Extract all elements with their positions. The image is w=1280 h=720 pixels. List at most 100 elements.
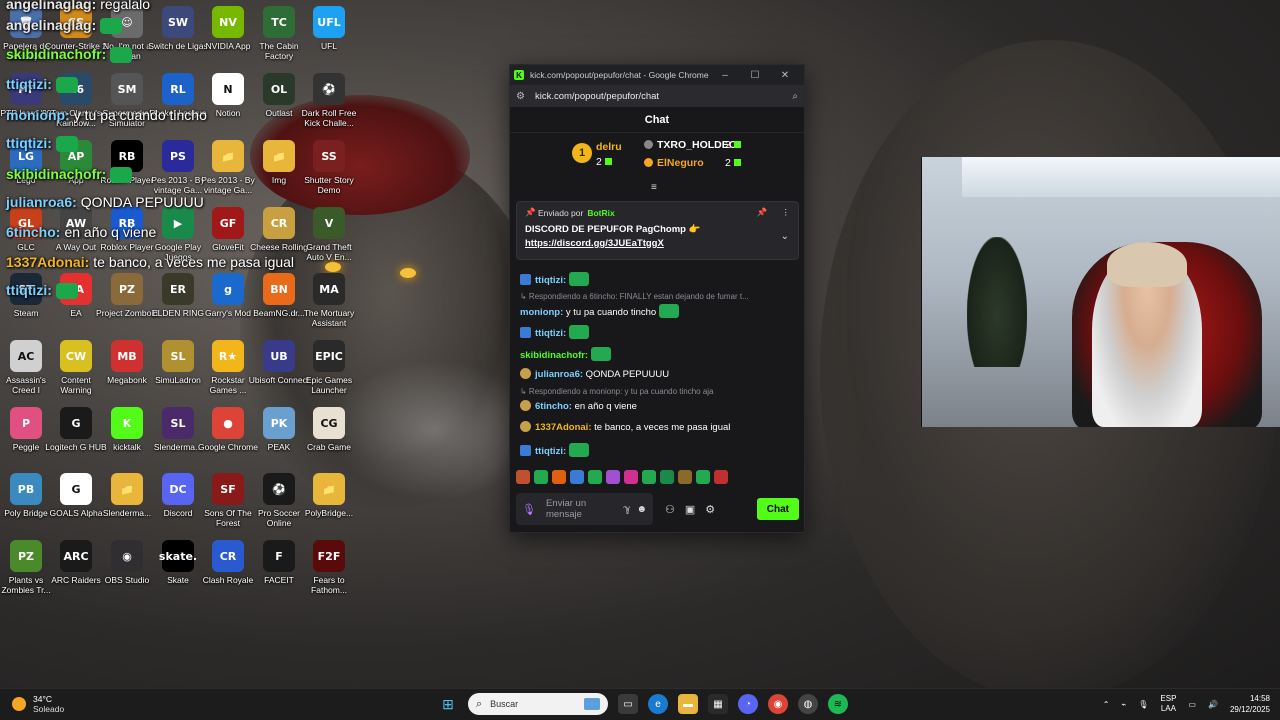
emote-icon[interactable] [570,470,584,484]
emote-icon[interactable] [606,470,620,484]
chat-username[interactable]: ttiqtizi: [535,446,566,457]
zoom-icon[interactable]: ⌕ [792,91,798,102]
file-explorer-icon[interactable]: ▬ [678,694,698,714]
more-options-icon[interactable]: ⋮ [782,207,791,218]
maximize-button[interactable]: ☐ [740,70,770,81]
chat-username[interactable]: 6tincho: [535,401,572,412]
send-chat-button[interactable]: Chat [756,498,799,520]
desktop-icon[interactable]: MA The Mortuary Assistant [298,273,360,328]
url-text[interactable]: kick.com/popout/pepufor/chat [535,91,792,102]
emote-icon[interactable] [588,470,602,484]
gift-icon[interactable]: ▣ [685,503,695,516]
desktop-icon[interactable]: EPIC Epic Games Launcher [298,340,360,395]
overlay-username: skibidinachofr: [6,166,107,182]
gear-icon[interactable]: ⚙ [705,503,715,516]
desktop-icon[interactable]: V Grand Theft Auto V En... [298,207,360,262]
emote-icon[interactable] [714,470,728,484]
desktop-icon[interactable]: ⚽ Dark Roll Free Kick Challe... [298,73,360,128]
emoji-icon[interactable]: ☻ [636,504,647,515]
chat-username[interactable]: skibidinachofr: [520,350,588,361]
chat-message[interactable]: ttiqtizi: [520,443,590,457]
pinned-message[interactable]: 📌 Enviado por BotRix 📌 ⋮ DISCORD DE PEPU… [516,201,799,260]
emote-icon[interactable] [642,470,656,484]
site-settings-icon[interactable]: ⚙ [516,91,525,102]
leader-first-name[interactable]: delru [596,141,622,153]
taskbar-search[interactable]: ⌕ Buscar [468,693,608,715]
gift-leaderboard: 1 delru 2 TXRO_HOLDEO 2 ElNeguro 2 [510,133,804,173]
app-icon: ▶ [162,207,194,239]
chrome-taskbar-icon[interactable]: ◉ [768,694,788,714]
reply-context[interactable]: ↳ Respondiendo a 6tincho: FINALLY estan … [520,292,749,301]
app-icon: ER [162,273,194,305]
emote-icon[interactable] [660,470,674,484]
chat-username[interactable]: ttiqtizi: [535,328,566,339]
desktop-icon[interactable]: UFL UFL [298,6,360,51]
translate-icon[interactable]: ℽ [623,504,630,515]
filter-icon[interactable]: ≡ [651,182,657,193]
desktop-icon[interactable]: SS Shutter Story Demo [298,140,360,195]
rank-2-icon [644,140,653,149]
emote-icon[interactable] [552,470,566,484]
emote-icon[interactable] [516,470,530,484]
chrome-popup-window[interactable]: K kick.com/popout/pepufor/chat - Google … [509,64,805,533]
emote-icon[interactable] [696,470,710,484]
leader-second[interactable]: TXRO_HOLDEO [644,139,737,151]
emote-icon[interactable] [624,470,638,484]
emote-icon [100,18,123,35]
chat-message[interactable]: skibidinachofr: [520,347,612,361]
chevron-down-icon[interactable]: ⌄ [781,231,789,242]
unpin-icon[interactable]: 📌 [757,207,768,218]
pinned-bot-name[interactable]: BotRix [587,208,614,218]
leader-third[interactable]: ElNeguro [644,157,704,169]
app-icon: G [60,407,92,439]
discord-taskbar-icon[interactable]: ◔ [738,694,758,714]
spotify-icon[interactable]: ≋ [828,694,848,714]
chat-input-placeholder[interactable]: Enviar un mensaje [546,498,617,520]
emote-icon[interactable] [678,470,692,484]
chat-message[interactable]: ttiqtizi: [520,325,590,339]
desktop-icon[interactable]: F2F Fears to Fathom... [298,540,360,595]
edge-icon[interactable]: e [648,694,668,714]
reply-context[interactable]: ↳ Respondiendo a monionp: y tu pa cuando… [520,387,714,396]
clock-time: 14:58 [1249,694,1270,703]
microphone-icon[interactable]: 🎙 [522,503,536,516]
desktop-icon[interactable]: 📁 PolyBridge... [298,473,360,518]
windows-start-icon[interactable]: ⊞ [438,694,458,714]
chat-input[interactable]: 🎙 Enviar un mensaje ℽ ☻ [516,493,653,525]
chat-message[interactable]: ttiqtizi: [520,272,590,286]
language-indicator[interactable]: ESP LAA [1160,694,1176,714]
chevron-up-icon[interactable]: ⌃ [1103,700,1110,709]
close-button[interactable]: ✕ [770,70,800,81]
users-icon[interactable]: ⚇ [665,503,675,516]
obs-taskbar-icon[interactable]: ◍ [798,694,818,714]
clock[interactable]: 14:58 29/12/2025 [1230,693,1270,715]
search-placeholder: Buscar [490,699,519,709]
desktop-icon[interactable]: CG Crab Game [298,407,360,452]
chat-username[interactable]: 1337Adonai: [535,422,592,433]
overlay-chat-line: ttiqtizi: [6,282,78,300]
app-icon: SF [212,473,244,505]
chat-username[interactable]: julianroa6: [535,369,583,380]
quick-emote-bar[interactable] [516,470,728,488]
emote-icon[interactable] [534,470,548,484]
task-view-icon[interactable]: ▭ [618,694,638,714]
app-icon: CG [313,407,345,439]
address-bar[interactable]: ⚙ kick.com/popout/pepufor/chat ⌕ [510,85,804,107]
store-icon[interactable]: ▦ [708,694,728,714]
overlay-chat-line: ttiqtizi: [6,135,78,153]
weather-widget[interactable]: 34°C Soleado [12,694,64,714]
network-icon[interactable]: ⌁ [1121,700,1126,709]
chat-username[interactable]: ttiqtizi: [535,275,566,286]
chat-message[interactable]: monionp: y tu pa cuando tincho [520,304,680,318]
user-badge-icon [520,445,531,456]
window-titlebar[interactable]: K kick.com/popout/pepufor/chat - Google … [510,65,804,85]
microphone-tray-icon[interactable]: 🎙 [1138,700,1148,709]
chat-username[interactable]: monionp: [520,307,563,318]
chat-message[interactable]: 1337Adonai: te banco, a veces me pasa ig… [520,421,730,433]
chat-message[interactable]: 6tincho: en año q viene [520,400,637,412]
pinned-link[interactable]: https://discord.gg/3JUEaTtggX [525,238,790,249]
minimize-button[interactable]: – [710,70,740,81]
chat-message[interactable]: julianroa6: QONDA PEPUUUU [520,368,669,380]
display-icon[interactable]: ▭ [1188,700,1196,709]
volume-icon[interactable]: 🔊 [1208,700,1218,709]
